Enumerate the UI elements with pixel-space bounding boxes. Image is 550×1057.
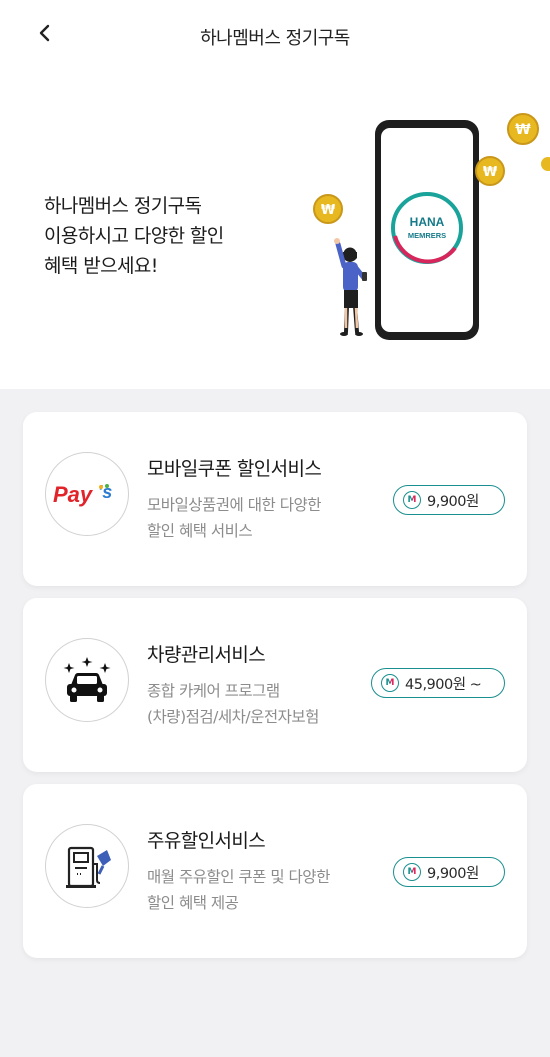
- service-card-car-care[interactable]: 차량관리서비스 종합 카케어 프로그램 (차량)점검/세차/운전자보험 M 45…: [23, 598, 527, 772]
- price-button[interactable]: M 9,900원: [393, 857, 505, 887]
- phone-logo-line2: MEMRERS: [408, 231, 446, 240]
- svg-text:₩: ₩: [321, 203, 336, 218]
- pays-logo-suffix: 's: [98, 482, 112, 502]
- service-title: 차량관리서비스: [147, 644, 266, 666]
- price-label: 9,900원: [427, 865, 479, 882]
- hero-line-3: 혜택 받으세요!: [44, 255, 158, 277]
- hana-m-icon: M: [381, 674, 399, 692]
- service-title: 모바일쿠폰 할인서비스: [147, 458, 322, 480]
- service-description: 모바일상품권에 대한 다양한 할인 혜택 서비스: [147, 492, 321, 544]
- hero-headline: 하나멤버스 정기구독 이용하시고 다양한 할인 혜택 받으세요!: [44, 191, 224, 281]
- pays-logo-text: Pay: [53, 482, 94, 507]
- person-illustration: [334, 238, 367, 336]
- coin-icon: ₩: [507, 113, 539, 145]
- service-card-fuel-discount[interactable]: 주유할인서비스 매월 주유할인 쿠폰 및 다양한 할인 혜택 제공 M 9,90…: [23, 784, 527, 958]
- svg-text:₩: ₩: [515, 122, 531, 138]
- service-desc-line: 할인 혜택 제공: [147, 894, 239, 912]
- price-button[interactable]: M 9,900원: [393, 485, 505, 515]
- gas-pump-icon: [45, 824, 129, 908]
- phone-illustration: HANA MEMRERS: [375, 120, 479, 340]
- coin-icon: [541, 157, 550, 171]
- hana-m-icon: M: [403, 491, 421, 509]
- price-label: 9,900원: [427, 493, 479, 510]
- service-desc-line: 모바일상품권에 대한 다양한: [147, 496, 321, 514]
- hero-line-2: 이용하시고 다양한 할인: [44, 225, 224, 247]
- service-description: 종합 카케어 프로그램 (차량)점검/세차/운전자보험: [147, 678, 319, 730]
- coin-icon: ₩: [475, 156, 505, 186]
- service-card-mobile-coupon[interactable]: Pay 's 모바일쿠폰 할인서비스 모바일상품권에 대한 다양한 할인 혜택 …: [23, 412, 527, 586]
- car-sparkle-icon: [45, 638, 129, 722]
- phone-logo-line1: HANA: [410, 215, 445, 229]
- service-desc-line: (차량)점검/세차/운전자보험: [147, 708, 319, 726]
- service-desc-line: 매월 주유할인 쿠폰 및 다양한: [147, 868, 330, 886]
- coin-icon: ₩: [313, 194, 343, 224]
- pays-logo-icon: Pay 's: [45, 452, 129, 536]
- hero-illustration: HANA MEMRERS ₩ ₩ ₩: [313, 113, 550, 340]
- service-desc-line: 종합 카케어 프로그램: [147, 682, 280, 700]
- service-desc-line: 할인 혜택 서비스: [147, 522, 253, 540]
- app-header: 하나멤버스 정기구독: [0, 0, 550, 76]
- page-title: 하나멤버스 정기구독: [200, 28, 350, 49]
- svg-text:₩: ₩: [483, 165, 498, 180]
- hero-line-1: 하나멤버스 정기구독: [44, 195, 202, 217]
- hero-banner: 하나멤버스 정기구독 이용하시고 다양한 할인 혜택 받으세요! HANA ME…: [0, 76, 550, 389]
- hana-m-icon: M: [403, 863, 421, 881]
- service-description: 매월 주유할인 쿠폰 및 다양한 할인 혜택 제공: [147, 864, 330, 916]
- service-title: 주유할인서비스: [147, 830, 266, 852]
- price-label: 45,900원 ~: [405, 676, 482, 693]
- price-button[interactable]: M 45,900원 ~: [371, 668, 505, 698]
